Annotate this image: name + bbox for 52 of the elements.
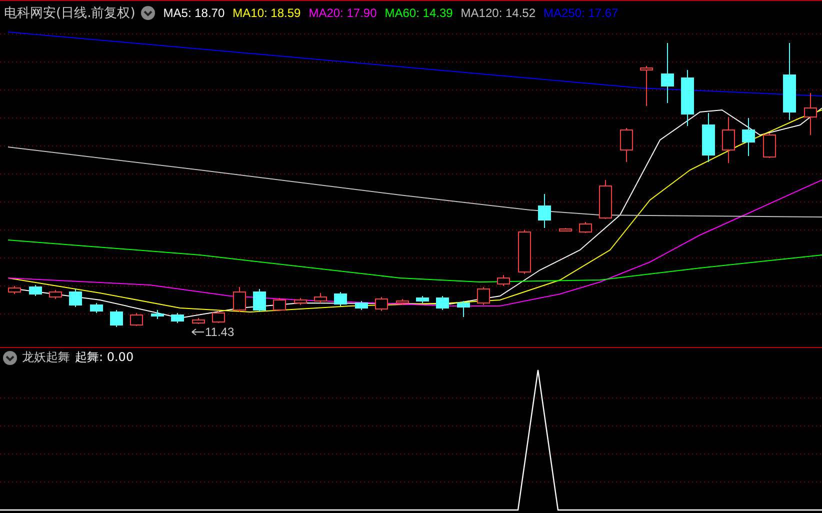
candlestick — [416, 296, 429, 304]
candlestick — [620, 128, 633, 162]
moving-average-label: MA10: 18.59 — [232, 6, 301, 20]
candlestick — [130, 312, 143, 326]
candlestick — [334, 292, 347, 306]
candlestick — [192, 318, 205, 324]
candlestick — [396, 298, 409, 306]
candlestick — [702, 112, 715, 162]
moving-average-label: MA60: 14.39 — [384, 6, 453, 20]
dropdown-icon[interactable] — [3, 350, 17, 364]
candlestick — [804, 92, 817, 136]
dropdown-icon[interactable] — [141, 6, 156, 20]
moving-average-label: MA120: 14.52 — [460, 6, 536, 20]
stock-title: 电科网安(日线.前复权) — [4, 4, 136, 22]
candlestick — [599, 180, 612, 220]
arrow-icon — [192, 328, 204, 336]
candlestick — [457, 300, 470, 318]
candlestick — [763, 132, 776, 158]
moving-average-label: MA5: 18.70 — [163, 6, 225, 20]
candlestick — [314, 292, 327, 304]
candlestick — [29, 284, 42, 296]
candlestick — [110, 310, 123, 328]
candlestick — [497, 274, 510, 286]
candlestick — [294, 298, 307, 306]
indicator-reading: 起舞: 0.00 — [75, 349, 134, 366]
candlestick — [273, 298, 286, 312]
candlestick — [538, 194, 551, 228]
candlestick — [477, 286, 490, 306]
candlestick — [579, 222, 592, 234]
moving-average-label: MA250: 17.67 — [544, 6, 618, 20]
candlestick — [355, 300, 368, 310]
candlestick — [90, 302, 103, 314]
candlestick — [233, 286, 246, 312]
moving-average-label: MA20: 17.90 — [308, 6, 377, 20]
candlestick — [212, 310, 225, 324]
candlestick — [742, 118, 755, 156]
candlestick — [171, 312, 184, 324]
candlestick — [518, 230, 531, 274]
candlestick — [681, 70, 694, 126]
low-price-label: 11.43 — [205, 325, 234, 339]
candlestick — [151, 310, 164, 320]
candlestick — [640, 66, 653, 106]
indicator-name: 龙妖起舞 — [22, 349, 70, 366]
candlestick — [253, 288, 266, 312]
candlestick — [69, 288, 82, 308]
candlestick — [559, 228, 572, 232]
candlestick — [375, 296, 388, 312]
candlestick — [661, 42, 674, 104]
candlestick — [49, 290, 62, 300]
candlestick — [8, 286, 21, 294]
candlestick — [436, 296, 449, 310]
candlestick — [722, 116, 735, 164]
